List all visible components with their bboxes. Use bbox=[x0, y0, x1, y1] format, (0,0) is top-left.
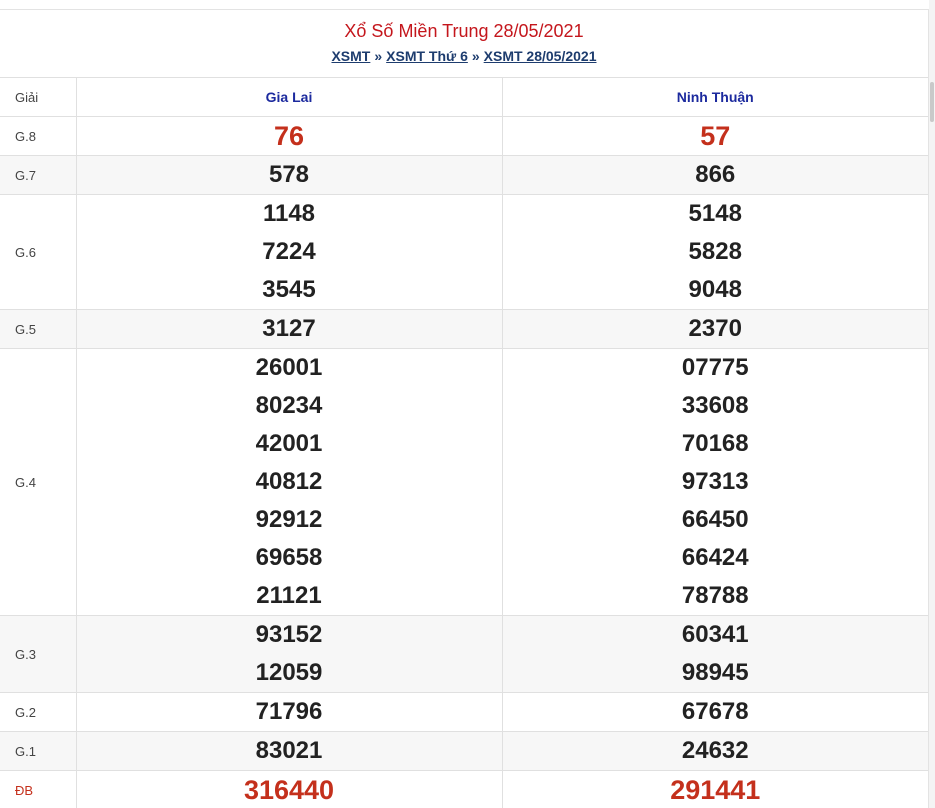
province-header-ninh-thuan: Ninh Thuận bbox=[502, 77, 928, 117]
prize-label: G.3 bbox=[0, 615, 77, 693]
table-row: G.7 578 866 bbox=[0, 155, 928, 195]
table-row: G.6 1148 7224 3545 5148 5828 9048 bbox=[0, 194, 928, 310]
ninh-thuan-cell: 24632 bbox=[502, 731, 928, 771]
prize-label: G.6 bbox=[0, 194, 77, 310]
prize-number: 3545 bbox=[262, 276, 316, 303]
prize-number: 71796 bbox=[255, 698, 323, 725]
prize-number: 12059 bbox=[255, 659, 323, 686]
ninh-thuan-cell: 291441 bbox=[502, 770, 928, 808]
gia-lai-cell: 1148 7224 3545 bbox=[76, 194, 503, 310]
breadcrumb: XSMT» XSMT Thứ 6» XSMT 28/05/2021 bbox=[0, 48, 928, 64]
prize-number: 66424 bbox=[681, 544, 749, 571]
page-title: Xổ Số Miền Trung 28/05/2021 bbox=[344, 21, 584, 41]
ninh-thuan-cell: 5148 5828 9048 bbox=[502, 194, 928, 310]
prize-label: G.5 bbox=[0, 309, 77, 349]
scrollbar-thumb[interactable] bbox=[930, 82, 934, 122]
gia-lai-cell: 93152 12059 bbox=[76, 615, 503, 693]
prize-number: 83021 bbox=[255, 737, 323, 764]
prize-number: 98945 bbox=[681, 659, 749, 686]
prize-number: 40812 bbox=[255, 468, 323, 495]
prize-number: 316440 bbox=[243, 775, 335, 805]
gia-lai-cell: 3127 bbox=[76, 309, 503, 349]
gia-lai-cell: 71796 bbox=[76, 692, 503, 732]
prize-label: G.2 bbox=[0, 692, 77, 732]
table-row: G.4 26001 80234 42001 40812 92912 69658 21121 07… bbox=[0, 348, 928, 616]
prize-number: 66450 bbox=[681, 506, 749, 533]
prize-number: 7224 bbox=[262, 238, 316, 265]
prize-column-header: Giải bbox=[0, 77, 77, 117]
table-row: G.3 93152 12059 60341 98945 bbox=[0, 615, 928, 693]
prize-number: 92912 bbox=[255, 506, 323, 533]
breadcrumb-link-xsmt-thu-6[interactable]: XSMT Thứ 6 bbox=[386, 48, 468, 64]
prize-number: 42001 bbox=[255, 430, 323, 457]
results-table: Giải Gia Lai Ninh Thuận G.8 76 57 G.7 578 866… bbox=[0, 77, 928, 808]
prize-number: 21121 bbox=[256, 582, 322, 609]
prize-label: ĐB bbox=[0, 770, 77, 808]
table-row: G.5 3127 2370 bbox=[0, 309, 928, 349]
ninh-thuan-cell: 2370 bbox=[502, 309, 928, 349]
table-row: ĐB 316440 291441 bbox=[0, 770, 928, 808]
ninh-thuan-cell: 60341 98945 bbox=[502, 615, 928, 693]
prize-number: 26001 bbox=[255, 354, 323, 381]
gia-lai-cell: 83021 bbox=[76, 731, 503, 771]
gia-lai-cell: 26001 80234 42001 40812 92912 69658 21121 bbox=[76, 348, 503, 616]
table-row: G.1 83021 24632 bbox=[0, 731, 928, 771]
breadcrumb-link-xsmt[interactable]: XSMT bbox=[331, 48, 370, 64]
prize-number: 33608 bbox=[681, 392, 749, 419]
prize-number: 93152 bbox=[255, 621, 323, 648]
prize-number: 70168 bbox=[681, 430, 749, 457]
breadcrumb-separator: » bbox=[374, 48, 383, 64]
gia-lai-cell: 578 bbox=[76, 155, 503, 195]
prize-number: 3127 bbox=[262, 315, 316, 342]
breadcrumb-link-xsmt-date[interactable]: XSMT 28/05/2021 bbox=[484, 48, 597, 64]
prize-number: 57 bbox=[700, 121, 731, 151]
ninh-thuan-cell: 57 bbox=[502, 116, 928, 156]
province-header-gia-lai: Gia Lai bbox=[76, 77, 503, 117]
prize-number: 866 bbox=[695, 161, 736, 188]
prize-number: 76 bbox=[273, 121, 305, 151]
prize-label: G.7 bbox=[0, 155, 77, 195]
prize-number: 578 bbox=[268, 161, 310, 188]
prize-label: G.1 bbox=[0, 731, 77, 771]
prize-number: 69658 bbox=[255, 544, 323, 571]
ninh-thuan-cell: 866 bbox=[502, 155, 928, 195]
results-body: G.8 76 57 G.7 578 866 G.6 1148 7224 3545 5148 5828 9… bbox=[0, 116, 928, 808]
prize-number: 60341 bbox=[681, 621, 749, 648]
prize-number: 80234 bbox=[255, 392, 323, 419]
prize-number: 67678 bbox=[681, 698, 749, 725]
table-row: G.8 76 57 bbox=[0, 116, 928, 156]
table-header-row: Giải Gia Lai Ninh Thuận bbox=[0, 77, 928, 117]
prize-number: 78788 bbox=[681, 582, 749, 609]
breadcrumb-separator: » bbox=[471, 48, 480, 64]
scrollbar[interactable] bbox=[929, 0, 935, 808]
results-panel: Xổ Số Miền Trung 28/05/2021 XSMT» XSMT Th… bbox=[0, 9, 929, 808]
ninh-thuan-cell: 67678 bbox=[502, 692, 928, 732]
prize-label: G.4 bbox=[0, 348, 77, 616]
table-row: G.2 71796 67678 bbox=[0, 692, 928, 732]
page: Xổ Số Miền Trung 28/05/2021 XSMT» XSMT Th… bbox=[0, 0, 935, 808]
prize-number: 24632 bbox=[681, 737, 749, 764]
results-header: Xổ Số Miền Trung 28/05/2021 XSMT» XSMT Th… bbox=[0, 10, 928, 77]
prize-number: 07775 bbox=[681, 354, 749, 381]
prize-number: 5148 bbox=[688, 200, 742, 227]
prize-number: 1148 bbox=[262, 200, 316, 227]
prize-number: 291441 bbox=[670, 775, 761, 805]
ninh-thuan-cell: 07775 33608 70168 97313 66450 66424 78788 bbox=[502, 348, 928, 616]
gia-lai-cell: 76 bbox=[76, 116, 503, 156]
prize-label: G.8 bbox=[0, 116, 77, 156]
prize-number: 2370 bbox=[688, 315, 742, 342]
gia-lai-cell: 316440 bbox=[76, 770, 503, 808]
prize-number: 9048 bbox=[688, 276, 742, 303]
prize-number: 5828 bbox=[688, 238, 742, 265]
prize-number: 97313 bbox=[681, 468, 749, 495]
